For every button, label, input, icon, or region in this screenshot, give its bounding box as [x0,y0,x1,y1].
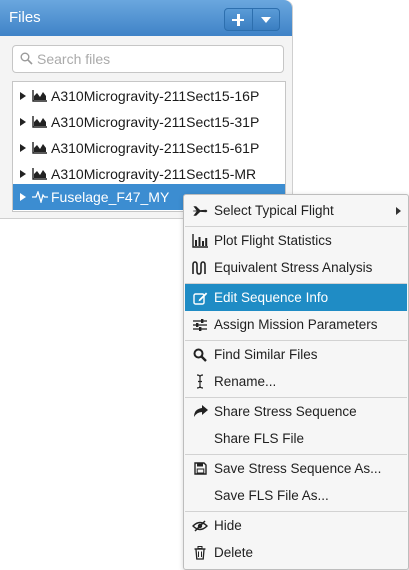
file-name: Fuselage_F47_MY [51,189,170,205]
menu-item-label: Equivalent Stress Analysis [214,260,373,275]
menu-item-edit-sequence-info[interactable]: Edit Sequence Info [185,284,407,311]
expand-arrow-icon[interactable] [20,144,26,152]
search-input[interactable] [37,46,277,72]
submenu-arrow-icon [396,207,401,215]
menu-item-rename[interactable]: Rename... [185,368,407,395]
add-file-button[interactable] [225,9,252,30]
menu-item-save-stress-sequence-as[interactable]: Save Stress Sequence As... [185,455,407,482]
menu-item-label: Edit Sequence Info [214,290,329,305]
expand-arrow-icon[interactable] [20,170,26,178]
save-icon [192,461,208,477]
menu-item-label: Share Stress Sequence [214,404,357,419]
menu-item-delete[interactable]: Delete [185,539,407,566]
eye-slash-icon [192,518,208,534]
sliders-icon [192,317,208,333]
plus-icon [232,13,245,26]
expand-arrow-icon[interactable] [20,193,26,201]
caret-down-icon [260,16,271,23]
expand-arrow-icon[interactable] [20,118,26,126]
header-button-group [224,8,280,31]
chart-area-icon [32,116,47,128]
file-name: A310Microgravity-211Sect15-16P [51,88,260,104]
menu-item-find-similar-files[interactable]: Find Similar Files [185,341,407,368]
menu-item-plot-flight-statistics[interactable]: Plot Flight Statistics [185,227,407,254]
file-name: A310Microgravity-211Sect15-MR [51,166,257,182]
file-row[interactable]: A310Microgravity-211Sect15-31P [13,109,285,135]
menu-item-hide[interactable]: Hide [185,512,407,539]
menu-item-share-stress-sequence[interactable]: Share Stress Sequence [185,398,407,425]
menu-item-label: Hide [214,518,242,533]
search-icon [20,52,33,65]
menu-item-share-fls-file[interactable]: Share FLS File [185,425,407,452]
file-list: A310Microgravity-211Sect15-16P A310Micro… [12,81,286,212]
file-name: A310Microgravity-211Sect15-61P [51,140,260,156]
airplane-icon [192,203,208,219]
menu-item-select-typical-flight[interactable]: Select Typical Flight [185,197,407,224]
chart-area-icon [32,168,47,180]
menu-item-label: Select Typical Flight [214,203,334,218]
menu-item-label: Rename... [214,374,277,389]
add-options-dropdown-button[interactable] [251,9,280,30]
files-panel: Files A310Microgravity-211Sect15-16P [0,0,293,219]
chart-area-icon [32,90,47,102]
chart-area-icon [32,142,47,154]
menu-item-label: Assign Mission Parameters [214,317,378,332]
menu-item-label: Save Stress Sequence As... [214,461,382,476]
menu-item-label: Share FLS File [214,431,305,446]
menu-item-label: Save FLS File As... [214,488,329,503]
file-name: A310Microgravity-211Sect15-31P [51,114,260,130]
menu-item-save-fls-file-as[interactable]: Save FLS File As... [185,482,407,509]
menu-item-label: Find Similar Files [214,347,318,362]
sine-wave-icon [192,260,208,276]
panel-header: Files [0,0,292,36]
file-row[interactable]: A310Microgravity-211Sect15-16P [13,83,285,109]
trash-icon [192,545,208,561]
menu-item-label: Plot Flight Statistics [214,233,332,248]
context-menu: Select Typical Flight Plot Flight Statis… [183,194,409,570]
menu-item-assign-mission-parameters[interactable]: Assign Mission Parameters [185,311,407,338]
panel-title: Files [9,9,41,26]
edit-icon [192,290,208,306]
menu-item-label: Delete [214,545,254,560]
file-row[interactable]: A310Microgravity-211Sect15-61P [13,135,285,161]
expand-arrow-icon[interactable] [20,92,26,100]
bar-chart-icon [192,233,208,249]
search-icon [192,347,208,363]
text-cursor-icon [192,374,208,390]
search-box [12,45,284,73]
share-icon [192,404,208,420]
waveform-icon [32,191,48,203]
menu-item-equivalent-stress-analysis[interactable]: Equivalent Stress Analysis [185,254,407,281]
